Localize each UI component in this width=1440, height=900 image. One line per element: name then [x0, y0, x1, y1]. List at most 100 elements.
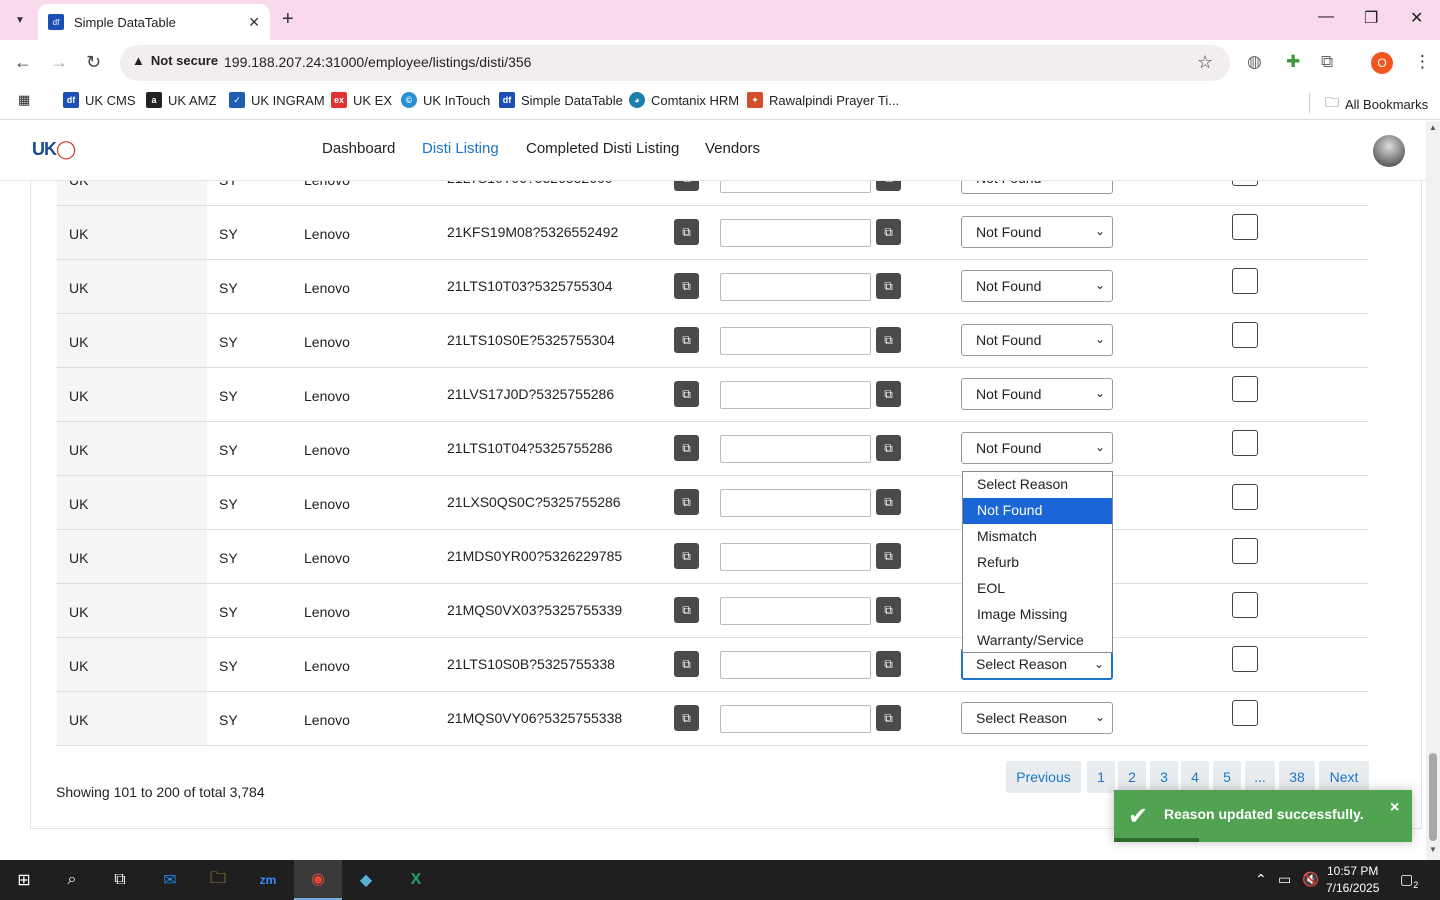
value-input[interactable]	[720, 327, 871, 355]
file-explorer-icon[interactable]: 🗀	[194, 860, 242, 900]
reason-select[interactable]: Select Reason ⌄	[961, 702, 1113, 734]
reason-select[interactable]: Not Found ⌄	[961, 324, 1113, 356]
scroll-thumb[interactable]	[1429, 753, 1437, 841]
window-close-icon[interactable]: ✕	[1410, 8, 1423, 28]
row-checkbox[interactable]	[1232, 484, 1258, 510]
row-checkbox[interactable]	[1232, 322, 1258, 348]
reason-dropdown-list[interactable]: Select Reason Not Found Mismatch Refurb …	[962, 471, 1113, 653]
row-checkbox[interactable]	[1232, 268, 1258, 294]
volume-muted-icon[interactable]: 🔇	[1302, 871, 1319, 888]
copy-sku-button[interactable]: ⧉	[674, 435, 699, 461]
browser-menu-icon[interactable]: ⋮	[1414, 52, 1431, 72]
bookmark-simple-datatable[interactable]: df Simple DataTable	[499, 92, 623, 108]
tab-search-chevron-icon[interactable]: ▼	[8, 9, 32, 31]
value-input[interactable]	[720, 705, 871, 733]
row-checkbox[interactable]	[1232, 376, 1258, 402]
row-checkbox[interactable]	[1232, 646, 1258, 672]
reason-select[interactable]: Not Found ⌄	[961, 378, 1113, 410]
back-arrow-icon[interactable]: ←	[14, 52, 32, 73]
app-diamond-icon[interactable]: ◆	[342, 860, 390, 900]
copy-sku-button[interactable]: ⧉	[674, 597, 699, 623]
tray-chevron-up-icon[interactable]: ⌃	[1255, 871, 1267, 888]
row-checkbox[interactable]	[1232, 430, 1258, 456]
value-input[interactable]	[720, 435, 871, 463]
restore-icon[interactable]: ❐	[1364, 8, 1378, 28]
browser-tab[interactable]: df Simple DataTable ✕	[38, 4, 270, 40]
apps-grid-icon[interactable]: ▦	[18, 92, 30, 108]
pagination-page[interactable]: 5	[1213, 761, 1241, 793]
paste-button[interactable]: ⧉	[876, 705, 901, 731]
bookmark-rawalpindi-prayer[interactable]: ✦ Rawalpindi Prayer Ti...	[747, 92, 899, 108]
extensions-icon[interactable]: ⧉	[1321, 52, 1333, 72]
url-text[interactable]: 199.188.207.24:31000/employee/listings/d…	[224, 54, 531, 70]
row-checkbox[interactable]	[1232, 700, 1258, 726]
paste-button[interactable]: ⧉	[876, 543, 901, 569]
dropdown-option[interactable]: Select Reason	[963, 472, 1112, 498]
value-input[interactable]	[720, 489, 871, 517]
scroll-down-arrow-icon[interactable]: ▼	[1429, 845, 1437, 854]
network-icon[interactable]: ▭	[1278, 871, 1291, 888]
tab-close-icon[interactable]: ✕	[248, 14, 260, 31]
page-scrollbar[interactable]: ▲ ▼	[1426, 121, 1440, 860]
copy-sku-button[interactable]: ⧉	[674, 705, 699, 731]
nav-dashboard[interactable]: Dashboard	[322, 140, 395, 157]
forward-arrow-icon[interactable]: →	[50, 52, 68, 73]
value-input[interactable]	[720, 597, 871, 625]
reason-select[interactable]: Not Found ⌄	[961, 216, 1113, 248]
row-checkbox[interactable]	[1232, 592, 1258, 618]
value-input[interactable]	[720, 381, 871, 409]
dropdown-option-selected[interactable]: Not Found	[963, 498, 1112, 524]
bookmark-uk-intouch[interactable]: © UK InTouch	[401, 92, 490, 108]
value-input[interactable]	[720, 543, 871, 571]
copy-sku-button[interactable]: ⧉	[674, 273, 699, 299]
bookmark-uk-ex[interactable]: ex UK EX	[331, 92, 392, 108]
profile-avatar[interactable]: O	[1371, 52, 1393, 74]
copy-sku-button[interactable]: ⧉	[674, 381, 699, 407]
dropdown-option[interactable]: Image Missing	[963, 602, 1112, 628]
scroll-up-arrow-icon[interactable]: ▲	[1429, 123, 1437, 132]
dropdown-option[interactable]: Warranty/Service	[963, 628, 1112, 654]
paste-button[interactable]: ⧉	[876, 381, 901, 407]
pagination-next[interactable]: Next	[1319, 761, 1369, 793]
paste-button[interactable]: ⧉	[876, 651, 901, 677]
copy-sku-button[interactable]: ⧉	[674, 543, 699, 569]
dropdown-option[interactable]: EOL	[963, 576, 1112, 602]
zoom-icon[interactable]: zm	[244, 860, 292, 900]
copy-sku-button[interactable]: ⧉	[674, 489, 699, 515]
outlook-icon[interactable]: ✉	[146, 860, 194, 900]
bookmark-uk-ingram[interactable]: ✓ UK INGRAM	[229, 92, 325, 108]
task-view-icon[interactable]: ⧉	[96, 860, 144, 900]
copy-sku-button[interactable]: ⧉	[674, 327, 699, 353]
pagination-previous[interactable]: Previous	[1006, 761, 1081, 793]
user-avatar[interactable]	[1373, 135, 1405, 167]
paste-button[interactable]: ⧉	[876, 435, 901, 461]
bookmark-star-icon[interactable]: ☆	[1197, 52, 1213, 73]
extension-puzzle-green-icon[interactable]: ✚	[1286, 52, 1300, 72]
translate-globe-icon[interactable]: ◍	[1247, 52, 1262, 72]
notification-icon[interactable]: ▢2	[1400, 871, 1418, 890]
row-checkbox[interactable]	[1232, 214, 1258, 240]
reload-icon[interactable]: ↻	[86, 52, 101, 73]
dropdown-option[interactable]: Refurb	[963, 550, 1112, 576]
reason-select[interactable]: Not Found ⌄	[961, 270, 1113, 302]
windows-start-icon[interactable]: ⊞	[0, 860, 48, 900]
paste-button[interactable]: ⧉	[876, 489, 901, 515]
pagination-page[interactable]: 3	[1150, 761, 1178, 793]
paste-button[interactable]: ⧉	[876, 219, 901, 245]
excel-icon[interactable]: X	[392, 860, 440, 900]
nav-completed-disti-listing[interactable]: Completed Disti Listing	[526, 140, 679, 157]
bookmark-uk-amz[interactable]: a UK AMZ	[146, 92, 216, 108]
uk-logo[interactable]: UK◯	[32, 139, 76, 160]
chrome-icon[interactable]: ◉	[294, 860, 342, 900]
nav-vendors[interactable]: Vendors	[705, 140, 760, 157]
paste-button[interactable]: ⧉	[876, 597, 901, 623]
minimize-icon[interactable]: —	[1318, 8, 1334, 26]
nav-disti-listing[interactable]: Disti Listing	[422, 140, 499, 157]
all-bookmarks[interactable]: 🗀 All Bookmarks	[1325, 92, 1428, 116]
bookmark-uk-cms[interactable]: df UK CMS	[63, 92, 136, 108]
value-input[interactable]	[720, 219, 871, 247]
copy-sku-button[interactable]: ⧉	[674, 651, 699, 677]
search-icon[interactable]: ⌕	[48, 860, 96, 900]
paste-button[interactable]: ⧉	[876, 273, 901, 299]
pagination-page[interactable]: ...	[1245, 761, 1275, 793]
